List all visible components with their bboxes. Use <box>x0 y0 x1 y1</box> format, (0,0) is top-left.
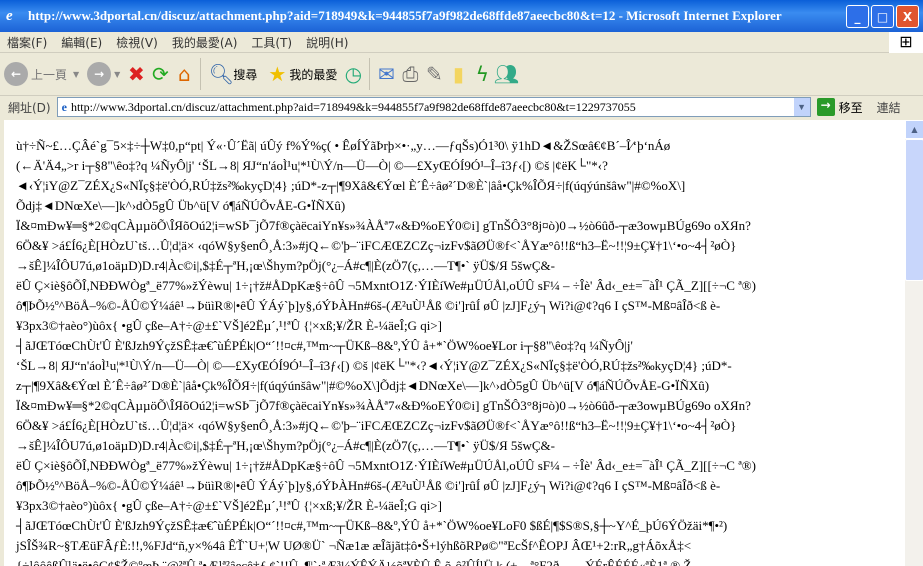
ie-window: e http://www.3dportal.cn/discuz/attachme… <box>0 0 923 566</box>
refresh-icon[interactable]: ⟳ <box>148 62 172 86</box>
back-arrow-icon: ← <box>4 62 28 86</box>
messenger-icon[interactable]: ϟ <box>470 62 494 86</box>
menu-bar: 檔案(F) 編輯(E) 檢視(V) 我的最愛(A) 工具(T) 說明(H) <box>0 32 923 53</box>
menu-tools[interactable]: 工具(T) <box>251 34 292 51</box>
divider <box>200 58 202 90</box>
text-line: ô¶ÞÕ½º^BöÅ–%©-ÅÛ©Ý¼áê¹→ÞüìR®|•êÛ ÝÁý`þ]y… <box>16 478 721 493</box>
address-dropdown-icon[interactable]: ▼ <box>793 98 810 116</box>
text-line: jSÎŠ¾R~§TÆüFÂƒÈ:!!,%FJd“ñ,y×%4â ÊŤ`U+¦W … <box>16 538 692 553</box>
text-line: ┤ãJŒTóœChÙt'Û È'ßJzh9ÝçžSÊ‡æ€ˆùÉPÉk|O“´!… <box>16 338 633 353</box>
go-button[interactable]: → 移至 <box>816 98 863 116</box>
text-line: ëÛ Ç×iè§ôÕÎ,NÐÐWÒgª_ë77%»žÝèwu| 1÷¡†ž#ÅD… <box>16 278 756 293</box>
search-button[interactable]: 🔍︎ 搜尋 <box>208 62 258 86</box>
menu-edit[interactable]: 編輯(E) <box>61 34 102 51</box>
page-icon: e <box>61 99 67 114</box>
ie-logo-icon: e <box>6 8 13 24</box>
go-label: 移至 <box>838 100 863 115</box>
forward-button[interactable]: → ▼ <box>87 62 120 86</box>
home-icon[interactable]: ⌂ <box>172 62 196 86</box>
text-line: ¥3px3©†aèo°)ùôx{ •gÛ çße–A†÷@±£`VŠ]é2Ëµ´… <box>16 318 442 333</box>
scroll-up-icon[interactable]: ▲ <box>905 120 923 139</box>
title-bar: e http://www.3dportal.cn/discuz/attachme… <box>0 0 923 32</box>
menu-help[interactable]: 說明(H) <box>306 34 348 51</box>
go-arrow-icon: → <box>816 98 835 116</box>
search-icon: 🔍︎ <box>208 62 235 86</box>
text-line: ¥3px3©†aèo°)ùôx{ •gÛ çße–A†÷@±£`VŠ]é2Ëµ´… <box>16 498 442 513</box>
text-line: z┬|¶9Xâ&€Ýœl È´Ê÷âø²´D®È`|âå•Çk%ÎÕЯ÷|f(ú… <box>16 378 710 393</box>
star-icon: ★ <box>268 62 287 86</box>
menu-view[interactable]: 檢視(V) <box>116 34 158 51</box>
text-line: 6Ö&¥ >á£Í6¿È[HÒzU`tš…Û¦d¦ä× ‹qóW§y§enÔ¸Å… <box>16 238 737 253</box>
favorites-button[interactable]: ★ 我的最愛 <box>265 62 337 86</box>
forward-dropdown-icon[interactable]: ▼ <box>114 70 120 79</box>
favorites-label: 我的最愛 <box>289 67 338 82</box>
text-line: →šÊ]¼ÎÔU7ú,ø1oäµD)D.r4|Àc©i|,$‡É┬ªH,¡œ\Š… <box>16 438 555 453</box>
vertical-scrollbar[interactable]: ▲ <box>905 120 923 566</box>
text-line: {÷¹ôôêßÛ¹ä•ë•ôÇ¢$Ž©ºœÞ ¨@²ªÛ ª•Æ¹ª²âeçê†… <box>16 558 692 566</box>
text-line: ù†÷Ñ~£…ÇÂé`g¯5×‡÷┼W‡0,p“pt| Ý«·Û´Ëã| úÛý… <box>16 138 671 153</box>
text-line: (←Ä'Ä4„>r i┬§8"\êo‡?q ¼ÑyÔ|j' ‘ŠL→8| ЯJ“… <box>16 158 608 173</box>
toolbar: ← 上一頁 ▼ → ▼ ✖ ⟳ ⌂ 🔍︎ 搜尋 ★ 我的最愛 ◷ ✉ ⎙ ✎ ▮ ϟ 👥︎ <box>0 53 923 96</box>
text-line: →šÊ]¼ÎÔU7ú,ø1oäµD)D.r4|Àc©i|,$‡É┬ªH,¡œ\Š… <box>16 258 555 273</box>
address-url: http://www.3dportal.cn/discuz/attachment… <box>70 99 636 114</box>
back-dropdown-icon[interactable]: ▼ <box>73 70 79 79</box>
links-button[interactable]: 連結 <box>877 99 901 116</box>
scroll-thumb[interactable] <box>905 139 923 281</box>
garbled-text: ù†÷Ñ~£…ÇÂé`g¯5×‡÷┼W‡0,p“pt| Ý«·Û´Ëã| úÛý… <box>10 120 905 566</box>
print-icon[interactable]: ⎙ <box>398 62 422 86</box>
address-input[interactable]: e http://www.3dportal.cn/discuz/attachme… <box>56 97 811 117</box>
menu-file[interactable]: 檔案(F) <box>7 34 47 51</box>
minimize-button[interactable]: _ <box>846 5 869 28</box>
text-line: Õdj‡◄DNœXe\—]k^›dÒ5gÛ Üb^ü[V ó¶áÑÚÕvÅE-G… <box>16 198 346 213</box>
text-line: ô¶ÞÕ½º^BöÅ–%©-ÅÛ©Ý¼áê¹→ÞüìR®|•êÛ ÝÁý`þ]y… <box>16 298 721 313</box>
windows-logo-icon: ⊞ <box>889 32 923 54</box>
stop-icon[interactable]: ✖ <box>124 62 148 86</box>
search-label: 搜尋 <box>233 67 258 82</box>
text-line: 6Ö&¥ >á£Í6¿È[HÒzU`tš…Û¦d¦ä× ‹qóW§y§enÔ¸Å… <box>16 418 737 433</box>
menu-favorites[interactable]: 我的最愛(A) <box>172 34 238 51</box>
edit-icon[interactable]: ✎ <box>422 62 446 86</box>
page-content: ù†÷Ñ~£…ÇÂé`g¯5×‡÷┼W‡0,p“pt| Ý«·Û´Ëã| úÛý… <box>4 120 905 566</box>
close-button[interactable]: X <box>896 5 919 28</box>
text-line: Ï&¤mÐw¥═§*2©qCÀµµöÕ\ÎЯõOú2¦i=wSÞ¯jÕ7f®çà… <box>16 398 751 413</box>
mail-icon[interactable]: ✉ <box>374 62 398 86</box>
text-line: Ï&¤mÐw¥═§*2©qCÀµµöÕ\ÎЯõOú2¦i=wSÞ¯jÕ7f®çà… <box>16 218 751 233</box>
text-line: ëÛ Ç×iè§ôÕÎ,NÐÐWÒgª_ë77%»žÝèwu| 1÷¡†ž#ÅD… <box>16 458 756 473</box>
address-bar: 網址(D) e http://www.3dportal.cn/discuz/at… <box>0 96 923 118</box>
divider <box>369 58 371 90</box>
maximize-button[interactable]: □ <box>871 5 894 28</box>
text-line: ‘ŠL→8| ЯJ“n'áoÌ¹u¦*¹Ù\Ý/n—Ü—Ò| ©—£XyŒÓÍ9… <box>16 358 732 373</box>
text-line: ┤ãJŒTóœChÙt'Û È'ßJzh9ÝçžSÊ‡æ€ˆùÉPÉk|O“´!… <box>16 518 728 533</box>
back-label: 上一頁 <box>31 67 68 82</box>
forward-arrow-icon: → <box>87 62 112 86</box>
back-button[interactable]: ← 上一頁 ▼ <box>4 62 79 86</box>
address-label: 網址(D) <box>8 100 51 115</box>
text-line: ◄‹Ý¦iY@Z¯ZÉX¿S«NÏç§‡ë'ÒÓ,RÚ‡žs²‰kyçD¦4} … <box>16 178 686 193</box>
users-icon[interactable]: 👥︎ <box>494 62 519 86</box>
window-title: http://www.3dportal.cn/discuz/attachment… <box>28 8 782 23</box>
note-icon[interactable]: ▮ <box>446 62 470 86</box>
history-icon[interactable]: ◷ <box>341 62 365 86</box>
